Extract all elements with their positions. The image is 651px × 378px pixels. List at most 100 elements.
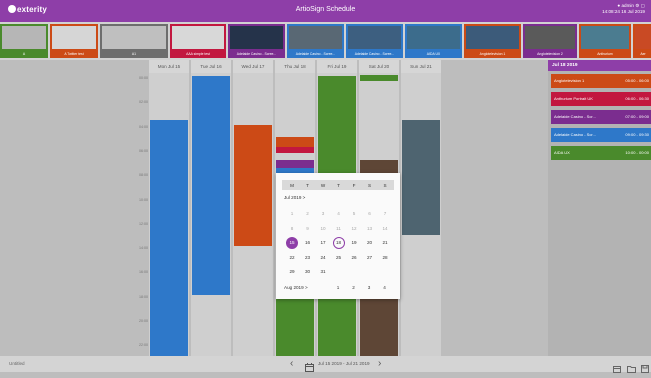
day-header[interactable]: Tue Jul 16: [191, 60, 231, 73]
day-cell[interactable]: 13: [362, 226, 378, 231]
day-panel-item[interactable]: Adelaide Casino - Scr... 07:00 - 09:00: [551, 110, 651, 124]
day-cell[interactable]: 4: [331, 211, 347, 216]
day-panel-item[interactable]: Anthurium Portrait UK 06:00 - 06:30: [551, 92, 651, 106]
day-cell[interactable]: 1: [330, 285, 346, 290]
day-cell[interactable]: 17: [315, 240, 331, 245]
footer-bar: Untitled ‹ Jul 15 2019 - Jul 21 2019 ›: [0, 356, 651, 373]
week-calendar[interactable]: Mon Jul 15 Tue Jul 16 Wed Jul 17 Thu Jul 18…: [0, 60, 548, 356]
day-cell[interactable]: 21: [377, 240, 393, 245]
day-cell[interactable]: 10: [315, 226, 331, 231]
day-cell[interactable]: 3: [315, 211, 331, 216]
content-thumbnail: [407, 26, 460, 49]
folder-icon[interactable]: [627, 360, 636, 378]
schedule-event[interactable]: [276, 137, 314, 147]
schedule-event[interactable]: [150, 120, 188, 356]
save-icon[interactable]: [641, 360, 649, 378]
day-header[interactable]: Thu Jul 18: [275, 60, 315, 73]
day-cell[interactable]: 23: [300, 255, 316, 260]
content-tile[interactable]: AAA simple test: [170, 24, 226, 58]
content-caption: AIDA UX: [426, 52, 441, 56]
day-panel-item[interactable]: AIDA UX 10:00 - 00:00: [551, 146, 651, 160]
day-cell[interactable]: 6: [362, 211, 378, 216]
content-thumbnail: [525, 26, 575, 49]
day-cell[interactable]: 1: [284, 211, 300, 216]
content-caption: Adelaide Casino - Scree...: [354, 52, 395, 56]
content-tile[interactable]: Adelaide Casino - Scree...: [228, 24, 285, 58]
schedule-event[interactable]: [192, 76, 230, 295]
user-info[interactable]: ● admin ⚙ ▢ 14:08:24 16 Jul 2019: [602, 3, 645, 15]
day-cell[interactable]: 12: [346, 226, 362, 231]
content-tile[interactable]: A1: [100, 24, 168, 58]
day-header[interactable]: Sat Jul 20: [359, 60, 399, 73]
hour-label: 16:00: [139, 270, 148, 275]
hour-label: 12:00: [139, 221, 148, 226]
day-cell[interactable]: 25: [331, 255, 347, 260]
content-tile[interactable]: Anglotelevision 2: [523, 24, 577, 58]
calendar-view-icon[interactable]: [613, 360, 621, 378]
content-tile[interactable]: Aer: [633, 24, 651, 58]
day-cell[interactable]: 24: [315, 255, 331, 260]
schedule-event[interactable]: [234, 125, 272, 246]
hour-label: 10:00: [139, 197, 148, 202]
person-icon: ●: [617, 3, 621, 8]
weekday-label: M: [290, 183, 294, 188]
day-cell[interactable]: 19: [346, 240, 362, 245]
next-week-button[interactable]: ›: [378, 359, 381, 369]
username: admin: [621, 3, 634, 8]
day-cell[interactable]: 20: [362, 240, 378, 245]
day-cell[interactable]: 14: [377, 226, 393, 231]
hour-label: 14:00: [139, 246, 148, 251]
day-cell[interactable]: 22: [284, 255, 300, 260]
day-cell[interactable]: 16: [300, 240, 316, 245]
hour-label: 22:00: [139, 343, 148, 348]
day-cell[interactable]: 27: [362, 255, 378, 260]
monitor-icon[interactable]: ▢: [641, 3, 645, 8]
content-tile[interactable]: A Twitter test: [50, 24, 98, 58]
day-cell[interactable]: 26: [346, 255, 362, 260]
prev-week-button[interactable]: ‹: [290, 359, 293, 369]
hour-label: 00:00: [139, 76, 148, 80]
content-caption: Aer: [640, 52, 646, 56]
day-header[interactable]: Wed Jul 17: [233, 60, 273, 73]
day-header[interactable]: Fri Jul 19: [317, 60, 357, 73]
day-panel-item[interactable]: Adelaide Casino - Scr... 09:00 - 09:30: [551, 128, 651, 142]
calendar-icon[interactable]: [305, 359, 314, 377]
schedule-event[interactable]: [276, 160, 314, 168]
schedule-event[interactable]: [360, 75, 398, 81]
day-cell[interactable]: 9: [300, 226, 316, 231]
day-cell-today[interactable]: 18: [332, 237, 345, 249]
day-cell[interactable]: 7: [377, 211, 393, 216]
content-tile[interactable]: A: [0, 24, 48, 58]
content-caption: Adelaide Casino - Scree...: [236, 52, 277, 56]
content-tile[interactable]: Adelaide Casino - Scree...: [346, 24, 403, 58]
schedule-event[interactable]: [276, 147, 314, 153]
date-picker[interactable]: Jul 2019 > Aug 2019 > M T W T F S S 1 2 3 4 5 6 7 8 9 10…: [276, 173, 400, 299]
day-cell[interactable]: 5: [346, 211, 362, 216]
content-thumbnail: [102, 26, 166, 49]
day-cell[interactable]: 4: [377, 285, 393, 290]
content-tile[interactable]: Anglotelevision 1: [464, 24, 521, 58]
day-cell[interactable]: 2: [346, 285, 362, 290]
content-tile[interactable]: Adelaide Casino - Scree...: [287, 24, 344, 58]
next-month-label[interactable]: Aug 2019 >: [284, 285, 308, 290]
day-header[interactable]: Sun Jul 21: [401, 60, 441, 73]
gear-icon[interactable]: ⚙: [635, 3, 639, 8]
hour-label: 04:00: [139, 124, 148, 129]
day-cell[interactable]: 30: [300, 269, 316, 274]
day-cell[interactable]: 8: [284, 226, 300, 231]
content-tile[interactable]: AIDA UX: [405, 24, 462, 58]
day-cell[interactable]: 3: [361, 285, 377, 290]
day-cell[interactable]: 11: [331, 226, 347, 231]
day-cell[interactable]: 2: [300, 211, 316, 216]
day-header[interactable]: Mon Jul 15: [149, 60, 189, 73]
day-cell-selected[interactable]: 15: [286, 237, 298, 249]
day-panel-item[interactable]: Anglotelevision 1 05:00 - 06:00: [551, 74, 651, 88]
day-cell[interactable]: 31: [315, 269, 331, 274]
month-label[interactable]: Jul 2019 >: [284, 195, 305, 200]
content-tile[interactable]: Anthurium: [579, 24, 631, 58]
weekday-label: F: [352, 183, 356, 188]
day-cell[interactable]: 28: [377, 255, 393, 260]
content-thumbnail: [581, 26, 629, 49]
day-cell[interactable]: 29: [284, 269, 300, 274]
schedule-event[interactable]: [402, 120, 440, 235]
